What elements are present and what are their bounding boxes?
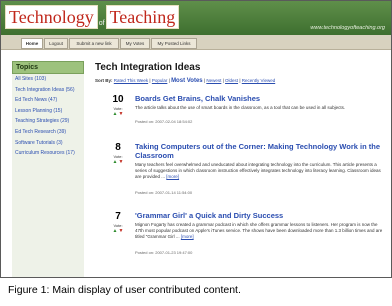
entry-posted-date: Posted on: 2007-01-14 11:54:00	[135, 190, 193, 195]
more-link[interactable]: [more]	[181, 234, 194, 239]
logo-teaching: Teaching	[105, 5, 180, 29]
logo-of: of	[98, 20, 105, 27]
sidebar-item-lesson-planning[interactable]: Lesson Planning (15)	[12, 106, 84, 117]
screenshot-frame: Technology of Teaching www.technologyoft…	[0, 0, 392, 278]
vote-up-icon[interactable]: ▲	[113, 159, 118, 165]
sort-rated-this-week[interactable]: Rated This Week	[114, 78, 148, 83]
sort-recently-viewed[interactable]: Recently Viewed	[242, 78, 275, 83]
sort-most-votes[interactable]: Most Votes	[171, 78, 203, 84]
tab-home[interactable]: Home	[21, 38, 43, 49]
figure-caption: Figure 1: Main display of user contribut…	[8, 284, 241, 296]
tab-submit-link[interactable]: Submit a new link	[69, 38, 119, 49]
entry-description: Many teachers feel overwhelmed and unedu…	[135, 162, 385, 181]
sort-separator: |	[168, 78, 170, 83]
vote-up-icon[interactable]: ▲	[113, 228, 118, 234]
logo-technology: Technology	[5, 5, 98, 29]
tab-my-posted-links[interactable]: My Posted Links	[151, 38, 197, 49]
sort-separator: |	[239, 78, 241, 83]
sort-separator: |	[149, 78, 151, 83]
vote-box: 7 Vote: ▲ ▼	[110, 211, 126, 234]
sidebar-heading: Topics	[12, 61, 84, 74]
vote-down-icon[interactable]: ▼	[119, 228, 124, 234]
sort-newest[interactable]: Newest	[206, 78, 221, 83]
entry-description: Mignon Fogarty has created a grammar pod…	[135, 222, 385, 241]
nav-bar: Home Logout Submit a new link My Votes M…	[1, 35, 391, 50]
entry-title-link[interactable]: Boards Get Brains, Chalk Vanishes	[135, 94, 385, 103]
site-header: Technology of Teaching www.technologyoft…	[1, 1, 391, 35]
sort-separator: |	[222, 78, 224, 83]
entry-posted-date: Posted on: 2007-02-04 18:54:02	[135, 119, 193, 124]
sort-popular[interactable]: Popular	[152, 78, 168, 83]
entry-description: The article talks about the use of smart…	[135, 105, 346, 110]
entry-title-link[interactable]: 'Grammar Girl' a Quick and Dirty Success	[135, 211, 385, 220]
sort-separator: |	[203, 78, 206, 83]
sort-oldest[interactable]: Oldest	[225, 78, 238, 83]
sidebar-item-curriculum-resources[interactable]: Curriculum Resources (17)	[12, 148, 84, 159]
entry-description-text: Mignon Fogarty has created a grammar pod…	[135, 222, 383, 240]
vote-up-icon[interactable]: ▲	[113, 111, 118, 117]
more-link[interactable]: [more]	[166, 174, 179, 179]
main-content: Tech Integration Ideas Sort By: Rated Th…	[95, 61, 385, 255]
vote-box: 10 Vote: ▲ ▼	[110, 94, 126, 117]
sidebar-item-tech-integration[interactable]: Tech Integration Ideas (56)	[12, 85, 84, 96]
entry-title-link[interactable]: Taking Computers out of the Corner: Maki…	[135, 142, 385, 160]
sidebar-item-ed-tech-news[interactable]: Ed Tech News (47)	[12, 95, 84, 106]
site-url: www.technologyofteaching.org	[310, 25, 385, 31]
page-title: Tech Integration Ideas	[95, 62, 201, 73]
sort-bar: Sort By: Rated This Week | Popular | Mos…	[95, 78, 385, 86]
vote-box: 8 Vote: ▲ ▼	[110, 142, 126, 165]
sidebar-item-software-tutorials[interactable]: Software Tutorials (3)	[12, 138, 84, 149]
tab-logout[interactable]: Logout	[44, 38, 68, 49]
vote-down-icon[interactable]: ▼	[119, 111, 124, 117]
vote-count: 8	[115, 142, 121, 153]
tab-my-votes[interactable]: My Votes	[120, 38, 150, 49]
vote-count: 10	[112, 94, 124, 105]
sidebar-item-all-sites[interactable]: All Sites (103)	[12, 74, 84, 85]
vote-down-icon[interactable]: ▼	[119, 159, 124, 165]
sidebar-item-teaching-strategies[interactable]: Teaching Strategies (29)	[12, 116, 84, 127]
sidebar: Topics All Sites (103) Tech Integration …	[12, 61, 84, 277]
sort-label: Sort By:	[95, 78, 113, 83]
sidebar-item-ed-tech-research[interactable]: Ed Tech Research (39)	[12, 127, 84, 138]
entry-posted-date: Posted on: 2007-01-23 19:47:00	[135, 250, 193, 255]
site-logo[interactable]: Technology of Teaching	[5, 5, 180, 29]
vote-count: 7	[115, 211, 121, 222]
